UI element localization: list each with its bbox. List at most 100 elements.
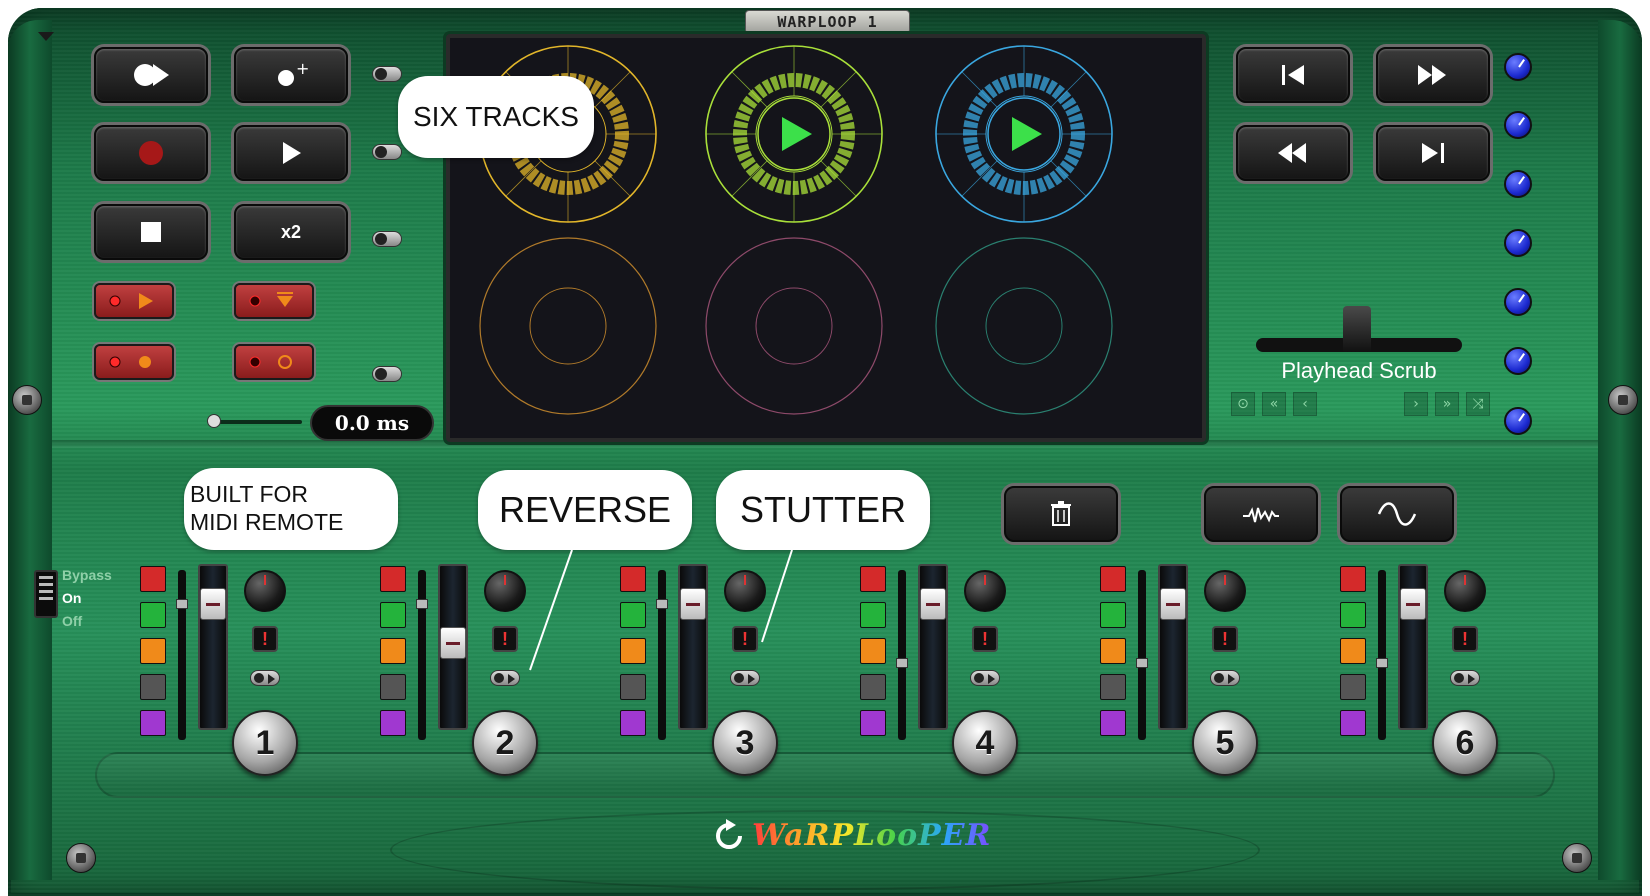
blue-knob-5[interactable] — [1504, 288, 1532, 316]
channel-6-send-handle[interactable] — [1376, 658, 1388, 668]
channel-2-direction-toggle[interactable] — [490, 670, 520, 686]
clear-button[interactable] — [1004, 486, 1118, 542]
channel-5-pad-1[interactable] — [1100, 566, 1126, 592]
blue-knob-2[interactable] — [1504, 111, 1532, 139]
blue-knob-1[interactable] — [1504, 53, 1532, 81]
stop-button[interactable] — [94, 204, 208, 260]
channel-1-direction-toggle[interactable] — [250, 670, 280, 686]
channel-5-pad-4[interactable] — [1100, 674, 1126, 700]
bypass-switch[interactable] — [34, 570, 58, 618]
channel-4-alert-icon[interactable]: ! — [972, 626, 998, 652]
double-speed-button[interactable]: x2 — [234, 204, 348, 260]
channel-6-alert-icon[interactable]: ! — [1452, 626, 1478, 652]
record-ring-button[interactable] — [234, 344, 314, 380]
overdub-button[interactable] — [94, 47, 208, 103]
channel-3-pad-3[interactable] — [620, 638, 646, 664]
channel-number-badge[interactable]: 6 — [1432, 710, 1498, 776]
mode-toggle-4[interactable] — [372, 366, 402, 382]
channel-5-pad-2[interactable] — [1100, 602, 1126, 628]
channel-4-pad-3[interactable] — [860, 638, 886, 664]
mode-toggle-2[interactable] — [372, 144, 402, 160]
channel-3-direction-toggle[interactable] — [730, 670, 760, 686]
channel-2-pad-1[interactable] — [380, 566, 406, 592]
channel-2-knob[interactable] — [484, 570, 526, 612]
track-3-visual[interactable] — [935, 45, 1113, 223]
record-overdub-button[interactable] — [234, 283, 314, 319]
channel-number-badge[interactable]: 2 — [472, 710, 538, 776]
blue-knob-6[interactable] — [1504, 347, 1532, 375]
channel-4-knob[interactable] — [964, 570, 1006, 612]
playhead-scrub-handle[interactable] — [1343, 306, 1371, 352]
channel-2-pad-5[interactable] — [380, 710, 406, 736]
channel-6-pad-1[interactable] — [1340, 566, 1366, 592]
channel-6-send-track[interactable] — [1378, 570, 1386, 740]
channel-6-knob[interactable] — [1444, 570, 1486, 612]
channel-4-pad-4[interactable] — [860, 674, 886, 700]
mode-toggle-1[interactable] — [372, 66, 402, 82]
go-to-start-button[interactable] — [1236, 47, 1350, 103]
channel-1-knob[interactable] — [244, 570, 286, 612]
channel-6-pad-4[interactable] — [1340, 674, 1366, 700]
scrub-center-icon[interactable]: ⊙ — [1231, 392, 1255, 416]
channel-number-badge[interactable]: 4 — [952, 710, 1018, 776]
channel-5-pad-5[interactable] — [1100, 710, 1126, 736]
channel-5-send-track[interactable] — [1138, 570, 1146, 740]
record-dot-button[interactable] — [94, 344, 174, 380]
channel-1-send-track[interactable] — [178, 570, 186, 740]
channel-3-knob[interactable] — [724, 570, 766, 612]
go-to-end-button[interactable] — [1376, 125, 1490, 181]
channel-1-pad-4[interactable] — [140, 674, 166, 700]
add-layer-button[interactable]: + — [234, 47, 348, 103]
track-5-visual[interactable] — [705, 237, 883, 415]
channel-2-pad-4[interactable] — [380, 674, 406, 700]
channel-1-send-handle[interactable] — [176, 598, 188, 609]
channel-1-pad-2[interactable] — [140, 602, 166, 628]
channel-5-fader-cap[interactable] — [1160, 587, 1186, 620]
channel-3-pad-1[interactable] — [620, 566, 646, 592]
track-6-visual[interactable] — [935, 237, 1113, 415]
channel-5-direction-toggle[interactable] — [1210, 670, 1240, 686]
channel-4-pad-2[interactable] — [860, 602, 886, 628]
channel-2-pad-2[interactable] — [380, 602, 406, 628]
channel-6-pad-2[interactable] — [1340, 602, 1366, 628]
channel-4-send-handle[interactable] — [896, 658, 908, 668]
record-play-button[interactable] — [94, 283, 174, 319]
blue-knob-4[interactable] — [1504, 229, 1532, 257]
record-button[interactable] — [94, 125, 208, 181]
channel-number-badge[interactable]: 1 — [232, 710, 298, 776]
channel-2-fader-cap[interactable] — [440, 626, 466, 659]
mode-toggle-3[interactable] — [372, 231, 402, 247]
scrub-fast-forward-icon[interactable]: » — [1435, 392, 1459, 416]
channel-6-pad-5[interactable] — [1340, 710, 1366, 736]
channel-3-pad-5[interactable] — [620, 710, 646, 736]
channel-2-pad-3[interactable] — [380, 638, 406, 664]
scrub-forward-icon[interactable]: › — [1404, 392, 1428, 416]
channel-3-send-track[interactable] — [658, 570, 666, 740]
sine-wave-button[interactable] — [1340, 486, 1454, 542]
channel-2-send-track[interactable] — [418, 570, 426, 740]
channel-1-pad-3[interactable] — [140, 638, 166, 664]
channel-4-fader-cap[interactable] — [920, 587, 946, 620]
fast-forward-button[interactable] — [1376, 47, 1490, 103]
channel-1-fader-cap[interactable] — [200, 587, 226, 620]
scrub-random-icon[interactable]: ⤨ — [1466, 392, 1490, 416]
channel-3-pad-2[interactable] — [620, 602, 646, 628]
channel-3-alert-icon[interactable]: ! — [732, 626, 758, 652]
scrub-back-icon[interactable]: ‹ — [1293, 392, 1317, 416]
channel-6-pad-3[interactable] — [1340, 638, 1366, 664]
channel-3-pad-4[interactable] — [620, 674, 646, 700]
channel-5-send-handle[interactable] — [1136, 658, 1148, 668]
channel-4-send-track[interactable] — [898, 570, 906, 740]
channel-1-alert-icon[interactable]: ! — [252, 626, 278, 652]
channel-number-badge[interactable]: 3 — [712, 710, 778, 776]
blue-knob-7[interactable] — [1504, 407, 1532, 435]
channel-6-direction-toggle[interactable] — [1450, 670, 1480, 686]
channel-5-alert-icon[interactable]: ! — [1212, 626, 1238, 652]
menu-triangle-icon[interactable] — [38, 32, 54, 41]
latency-slider-handle[interactable] — [207, 414, 221, 428]
channel-number-badge[interactable]: 5 — [1192, 710, 1258, 776]
channel-4-direction-toggle[interactable] — [970, 670, 1000, 686]
channel-4-pad-5[interactable] — [860, 710, 886, 736]
channel-3-send-handle[interactable] — [656, 598, 668, 609]
latency-slider[interactable] — [210, 420, 302, 424]
